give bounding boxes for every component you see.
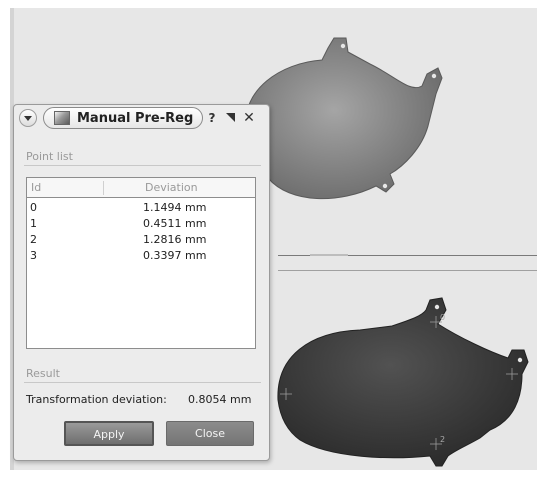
result-label: Result bbox=[26, 367, 60, 380]
cell-deviation: 0.4511 mm bbox=[143, 217, 207, 230]
cell-deviation: 1.1494 mm bbox=[143, 201, 207, 214]
point-list-label: Point list bbox=[26, 150, 73, 163]
point-list-table[interactable]: Id Deviation 0 1.1494 mm 1 0.4511 mm 2 1… bbox=[26, 177, 256, 349]
apply-button[interactable]: Apply bbox=[64, 421, 154, 446]
close-icon[interactable]: ✕ bbox=[242, 111, 256, 125]
section-rule bbox=[24, 165, 261, 166]
column-header-id[interactable]: Id bbox=[31, 181, 41, 194]
cell-id: 0 bbox=[30, 201, 37, 214]
table-row[interactable]: 2 1.2816 mm bbox=[27, 232, 255, 248]
cell-deviation: 0.3397 mm bbox=[143, 249, 207, 262]
marker-label-0: 0 bbox=[440, 313, 445, 322]
view-splitter-handle[interactable] bbox=[310, 254, 348, 256]
cell-id: 2 bbox=[30, 233, 37, 246]
dialog-titlebar[interactable]: Manual Pre-Reg ? ✕ bbox=[14, 105, 269, 131]
marker-label-2: 2 bbox=[440, 435, 445, 444]
table-row[interactable]: 0 1.1494 mm bbox=[27, 200, 255, 216]
close-button[interactable]: Close bbox=[166, 421, 254, 446]
app-icon bbox=[54, 111, 70, 125]
title-pill: Manual Pre-Reg bbox=[43, 107, 203, 129]
dialog-title: Manual Pre-Reg bbox=[77, 111, 194, 126]
transformation-deviation-value: 0.8054 mm bbox=[188, 393, 252, 406]
shade-icon[interactable] bbox=[223, 111, 237, 125]
table-header: Id Deviation bbox=[27, 178, 255, 198]
transformation-deviation-label: Transformation deviation: bbox=[26, 393, 167, 406]
dropdown-menu-icon[interactable] bbox=[19, 109, 37, 127]
table-row[interactable]: 1 0.4511 mm bbox=[27, 216, 255, 232]
section-rule bbox=[24, 382, 261, 383]
cell-id: 1 bbox=[30, 217, 37, 230]
column-header-deviation[interactable]: Deviation bbox=[145, 181, 198, 194]
help-icon[interactable]: ? bbox=[205, 111, 219, 125]
cell-deviation: 1.2816 mm bbox=[143, 233, 207, 246]
table-row[interactable]: 3 0.3397 mm bbox=[27, 248, 255, 264]
cell-id: 3 bbox=[30, 249, 37, 262]
manual-pre-reg-dialog: Manual Pre-Reg ? ✕ Point list Id Deviati… bbox=[13, 104, 270, 461]
header-separator bbox=[103, 181, 104, 195]
